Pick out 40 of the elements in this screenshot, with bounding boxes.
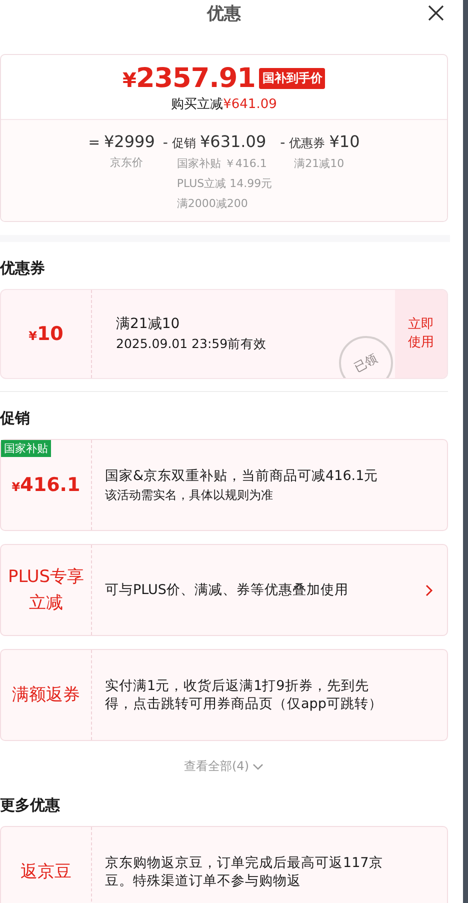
claimed-stamp: 已领 xyxy=(339,336,393,378)
promotion-card[interactable]: 国家补贴 ¥416.1 国家&京东双重补贴，当前商品可减416.1元 该活动需实名，具体以规则为准 xyxy=(0,439,448,531)
breakdown-label: 促销 xyxy=(172,135,196,152)
breakdown-value: ¥2999 xyxy=(104,132,155,151)
promotion-amount: ¥416.1 xyxy=(12,474,80,496)
breakdown-note: PLUS立减 14.99元 xyxy=(176,176,272,191)
promotion-card[interactable]: PLUS专享立减 可与PLUS价、满减、券等优惠叠加使用 xyxy=(0,544,448,636)
operator: = xyxy=(88,135,100,151)
close-icon[interactable] xyxy=(428,5,444,21)
coupon-condition: 满21减10 xyxy=(116,315,181,333)
subsidy-tag: 国家补贴 xyxy=(1,440,51,457)
breakdown-note: 国家补贴 ￥416.1 xyxy=(176,156,268,171)
promotion-label: PLUS专享立减 xyxy=(6,566,86,615)
coupon-amount: ¥10 xyxy=(28,323,64,345)
sheet-title: 优惠 xyxy=(207,2,241,24)
promotion-card[interactable]: 返京豆 京东购物返京豆，订单完成后最高可返117京豆。特殊渠道订单不参与购物返 xyxy=(0,826,448,903)
final-price: ¥2357.91 xyxy=(122,63,256,94)
chevron-down-icon xyxy=(252,762,264,770)
price-badge: 国补到手价 xyxy=(259,68,326,89)
promotion-text: 可与PLUS价、满减、券等优惠叠加使用 xyxy=(105,581,350,599)
breakdown-value: ¥10 xyxy=(329,132,360,151)
saving-text: 购买立减¥641.09 xyxy=(171,96,277,113)
promotion-label: 满额返券 xyxy=(11,684,81,707)
breakdown-label: 优惠券 xyxy=(289,135,326,152)
promotion-note: 该活动需实名，具体以规则为准 xyxy=(105,486,274,504)
coupon-expiry: 2025.09.01 23:59前有效 xyxy=(116,336,268,353)
breakdown-value: ¥631.09 xyxy=(200,132,266,151)
breakdown-note: 满21减10 xyxy=(294,156,346,171)
promotion-text: 京东购物返京豆，订单完成后最高可返117京豆。特殊渠道订单不参与购物返 xyxy=(105,854,384,890)
operator: - xyxy=(162,135,168,151)
breakdown-note: 满2000减200 xyxy=(176,196,249,211)
use-now-button[interactable]: 立即使用 xyxy=(395,290,447,378)
section-title: 更多优惠 xyxy=(0,796,61,815)
promotion-card[interactable]: 满额返券 实付满1元，收货后返满1打9折券，先到先得，点击跳转可用券商品页（仅app可跳转） xyxy=(0,649,448,741)
operator: - xyxy=(280,135,286,151)
promotion-text: 实付满1元，收货后返满1打9折券，先到先得，点击跳转可用券商品页（仅app可跳转） xyxy=(105,677,384,713)
promotion-label: 返京豆 xyxy=(20,861,72,884)
chevron-right-icon xyxy=(425,584,433,596)
promotion-text: 国家&京东双重补贴，当前商品可减416.1元 xyxy=(105,466,380,484)
breakdown-note: 京东价 xyxy=(110,155,144,170)
